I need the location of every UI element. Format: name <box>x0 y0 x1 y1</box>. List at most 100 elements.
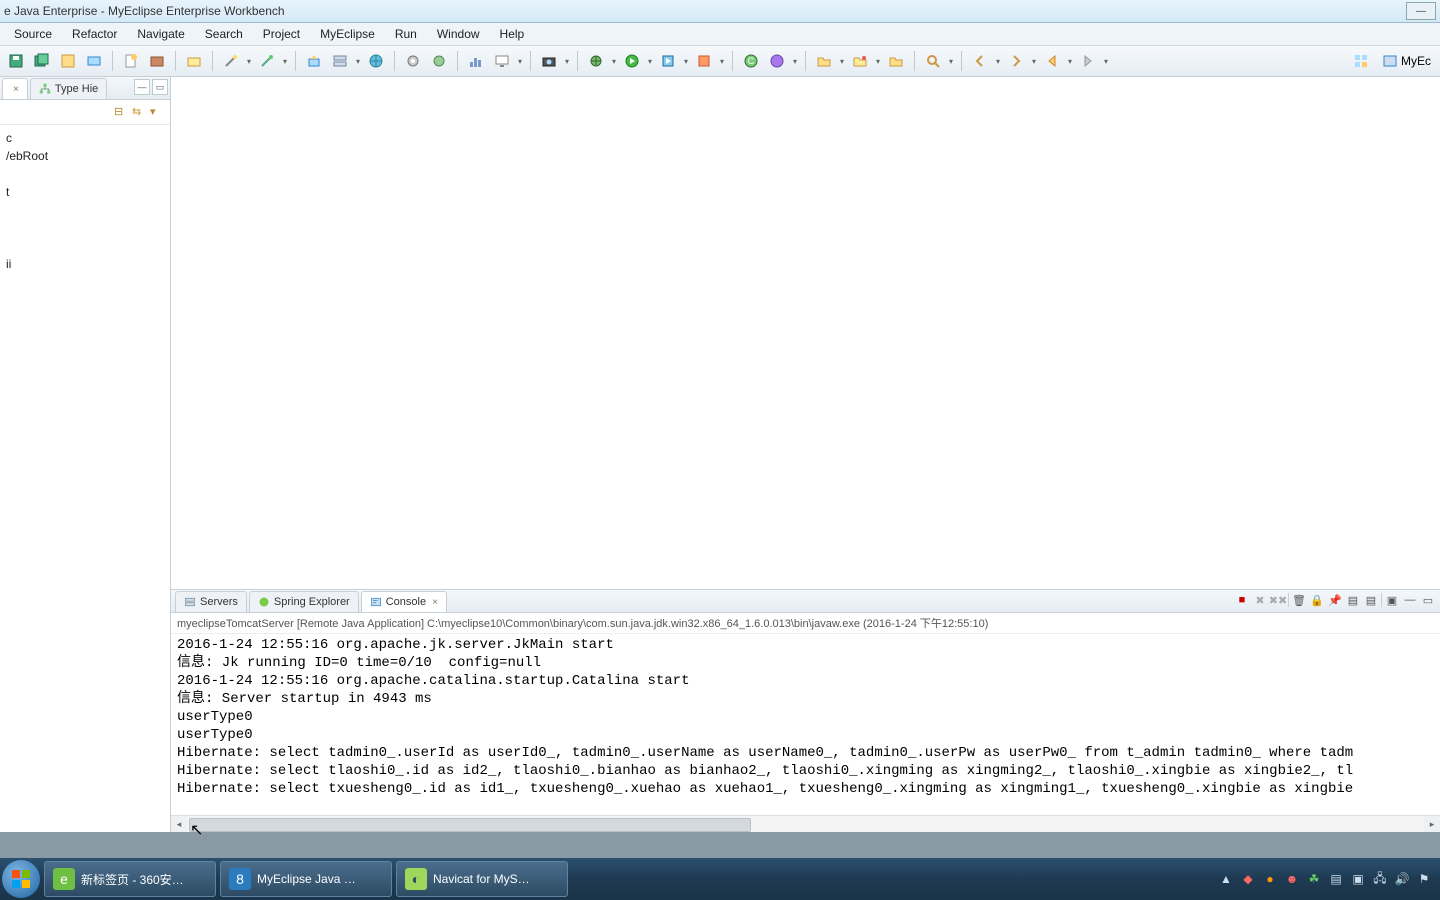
tray-icon[interactable]: ☘ <box>1306 871 1322 887</box>
left-tab-active[interactable]: × <box>2 78 28 99</box>
tray-icon[interactable]: ◆ <box>1240 871 1256 887</box>
perspective-myeclipse[interactable]: MyEc <box>1377 49 1436 73</box>
wand2-button[interactable] <box>255 49 279 73</box>
server-button[interactable] <box>328 49 352 73</box>
menu-refactor[interactable]: Refactor <box>62 25 127 43</box>
collapse-all-icon[interactable]: ⊟ <box>114 105 128 119</box>
menu-project[interactable]: Project <box>253 25 310 43</box>
tree-item[interactable]: c <box>6 129 164 147</box>
scroll-left-icon[interactable]: ◂ <box>171 816 187 832</box>
tray-volume-icon[interactable]: 🔊 <box>1394 871 1410 887</box>
dropdown-arrow-icon[interactable]: ▾ <box>994 50 1002 72</box>
taskbar-item-myeclipse[interactable]: 8 MyEclipse Java … <box>220 861 392 897</box>
tray-icon[interactable]: ▣ <box>1350 871 1366 887</box>
camera-button[interactable] <box>537 49 561 73</box>
search-button[interactable] <box>921 49 945 73</box>
minimize-button[interactable]: — <box>1406 2 1436 20</box>
tray-network-icon[interactable]: 🖧 <box>1372 871 1388 887</box>
gear2-button[interactable] <box>427 49 451 73</box>
dropdown-arrow-icon[interactable]: ▾ <box>791 50 799 72</box>
console-output[interactable]: 2016-1-24 12:55:16 org.apache.jk.server.… <box>171 634 1440 815</box>
toolbar-icon-3[interactable] <box>56 49 80 73</box>
dropdown-arrow-icon[interactable]: ▾ <box>682 50 690 72</box>
nav-next-button[interactable] <box>1004 49 1028 73</box>
dropdown-arrow-icon[interactable]: ▾ <box>838 50 846 72</box>
remove-launch-icon[interactable]: ✖ <box>1252 592 1268 608</box>
open-perspective-button[interactable] <box>1349 49 1373 73</box>
dropdown-arrow-icon[interactable]: ▾ <box>1030 50 1038 72</box>
open-folder-button[interactable] <box>812 49 836 73</box>
tab-close-icon[interactable]: × <box>432 597 438 608</box>
new-console-view-icon[interactable]: ▣ <box>1384 592 1400 608</box>
external-tools-button[interactable] <box>692 49 716 73</box>
minimize-view-icon[interactable]: — <box>1402 592 1418 608</box>
open-folder3-button[interactable] <box>884 49 908 73</box>
taskbar-item-browser[interactable]: e 新标签页 - 360安… <box>44 861 216 897</box>
open-folder2-button[interactable] <box>848 49 872 73</box>
dropdown-arrow-icon[interactable]: ▾ <box>1066 50 1074 72</box>
tab-close-icon[interactable]: × <box>13 84 19 95</box>
open-type-button[interactable] <box>182 49 206 73</box>
dropdown-arrow-icon[interactable]: ▾ <box>718 50 726 72</box>
tab-console[interactable]: Console × <box>361 591 447 612</box>
tray-icon[interactable]: ▲ <box>1218 871 1234 887</box>
new-file-button[interactable] <box>119 49 143 73</box>
menu-navigate[interactable]: Navigate <box>127 25 194 43</box>
dropdown-arrow-icon[interactable]: ▾ <box>874 50 882 72</box>
tray-icon[interactable]: ● <box>1262 871 1278 887</box>
dropdown-arrow-icon[interactable]: ▾ <box>947 50 955 72</box>
tab-spring-explorer[interactable]: Spring Explorer <box>249 591 359 612</box>
dropdown-arrow-icon[interactable]: ▾ <box>610 50 618 72</box>
nav-prev-button[interactable] <box>968 49 992 73</box>
deploy-button[interactable] <box>302 49 326 73</box>
dropdown-arrow-icon[interactable]: ▾ <box>245 50 253 72</box>
menu-help[interactable]: Help <box>490 25 535 43</box>
maximize-view-icon[interactable]: ▭ <box>152 79 168 95</box>
tab-servers[interactable]: Servers <box>175 591 247 612</box>
new-interface-button[interactable] <box>765 49 789 73</box>
chart-button[interactable] <box>464 49 488 73</box>
tray-icon[interactable]: ▤ <box>1328 871 1344 887</box>
console-horizontal-scrollbar[interactable]: ◂ ▸ <box>171 815 1440 832</box>
display-selected-console-icon[interactable]: ▤ <box>1345 592 1361 608</box>
gear-button[interactable] <box>401 49 425 73</box>
remove-all-launch-icon[interactable]: ✖✖ <box>1270 592 1286 608</box>
taskbar-item-navicat[interactable]: ◐ Navicat for MyS… <box>396 861 568 897</box>
view-menu-icon[interactable]: ▾ <box>150 105 164 119</box>
tray-action-center-icon[interactable]: ⚑ <box>1416 871 1432 887</box>
menu-myeclipse[interactable]: MyEclipse <box>310 25 385 43</box>
dropdown-arrow-icon[interactable]: ▾ <box>354 50 362 72</box>
minimize-view-icon[interactable]: — <box>134 79 150 95</box>
dropdown-arrow-icon[interactable]: ▾ <box>516 50 524 72</box>
save-all-button[interactable] <box>30 49 54 73</box>
dropdown-arrow-icon[interactable]: ▾ <box>646 50 654 72</box>
tray-icon[interactable]: ☻ <box>1284 871 1300 887</box>
monitor-button[interactable] <box>490 49 514 73</box>
run-button[interactable] <box>620 49 644 73</box>
scroll-lock-icon[interactable]: 🔒 <box>1309 592 1325 608</box>
menu-run[interactable]: Run <box>385 25 427 43</box>
wand-button[interactable] <box>219 49 243 73</box>
left-tab-type-hierarchy[interactable]: Type Hie <box>30 78 107 99</box>
new-class-button[interactable]: C <box>739 49 763 73</box>
start-button[interactable] <box>2 860 40 898</box>
debug-button[interactable] <box>584 49 608 73</box>
dropdown-arrow-icon[interactable]: ▾ <box>1102 50 1110 72</box>
forward-button[interactable] <box>1076 49 1100 73</box>
tree-item[interactable]: /ebRoot <box>6 147 164 165</box>
open-console-icon[interactable]: ▤ <box>1363 592 1379 608</box>
dropdown-arrow-icon[interactable]: ▾ <box>563 50 571 72</box>
toolbar-icon-4[interactable] <box>82 49 106 73</box>
menu-window[interactable]: Window <box>427 25 490 43</box>
terminate-icon[interactable]: ■ <box>1234 592 1250 608</box>
menu-search[interactable]: Search <box>195 25 253 43</box>
pin-console-icon[interactable]: 📌 <box>1327 592 1343 608</box>
package-explorer-tree[interactable]: c /ebRoot t ii <box>0 125 170 832</box>
save-button[interactable] <box>4 49 28 73</box>
new-package-button[interactable] <box>145 49 169 73</box>
back-button[interactable] <box>1040 49 1064 73</box>
run-last-button[interactable] <box>656 49 680 73</box>
scrollbar-thumb[interactable] <box>189 818 751 832</box>
menu-source[interactable]: Source <box>4 25 62 43</box>
scroll-right-icon[interactable]: ▸ <box>1424 816 1440 832</box>
